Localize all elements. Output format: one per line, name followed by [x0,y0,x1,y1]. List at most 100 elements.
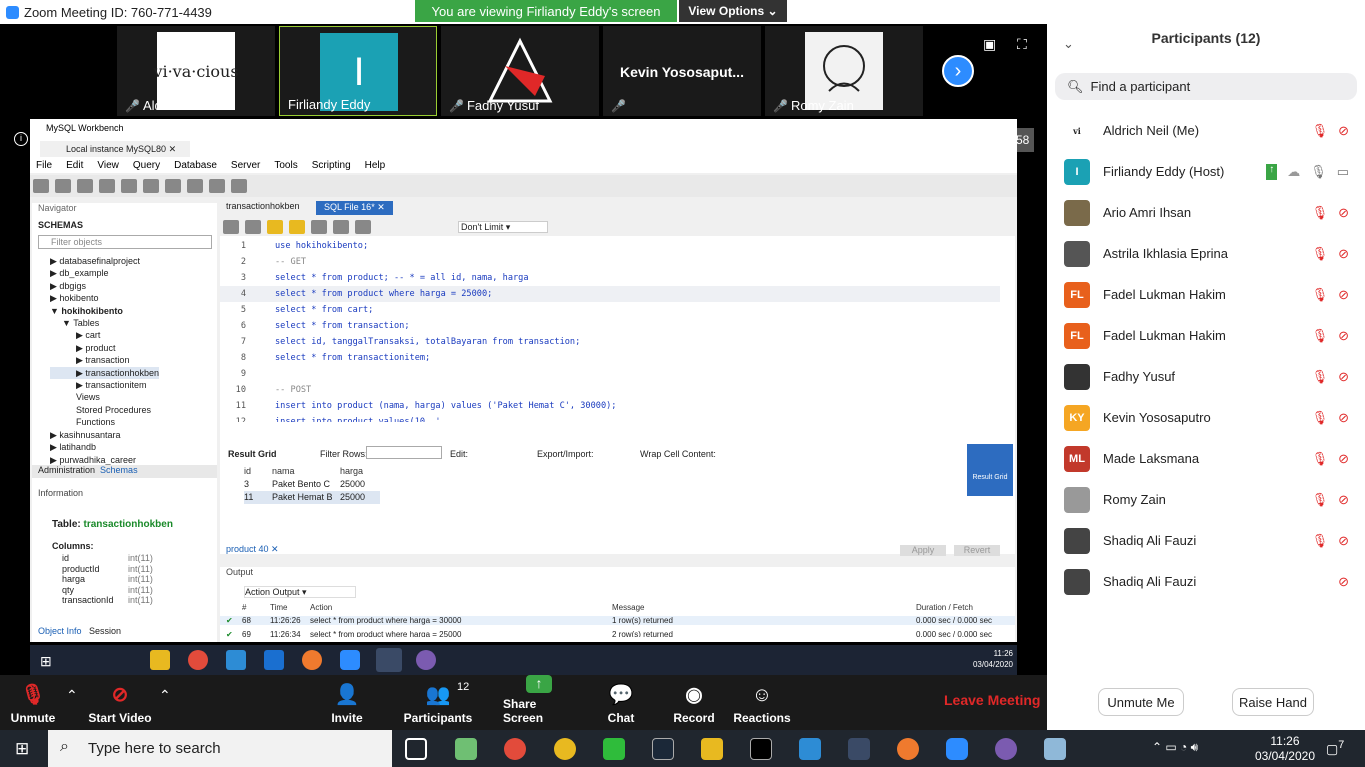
limit-select[interactable]: Don't Limit ▾ [458,221,548,233]
editor-tab-1[interactable]: transactionhokben [220,201,300,215]
schema-item[interactable]: ▶ dbgigs [50,280,159,292]
menu-server[interactable]: Server [231,160,260,171]
participant-row[interactable]: vi Aldrich Neil (Me) 🎙 ⊘ [1047,110,1365,151]
execute-line-icon[interactable] [289,220,305,234]
video-thumb-1[interactable]: vi·va·cious 🎤 Aldrich Neil [117,26,275,116]
administration-tab[interactable]: Administration [38,465,95,475]
vscode-icon[interactable] [799,738,821,760]
table-item[interactable]: ▶ transaction [50,354,159,366]
functions-node[interactable]: Functions [50,416,159,428]
views-node[interactable]: Views [50,391,159,403]
menu-database[interactable]: Database [174,160,217,171]
task-view-icon[interactable] [405,738,427,760]
result-tab[interactable]: product 40 ✕ [226,544,279,555]
menu-scripting[interactable]: Scripting [312,160,351,171]
taskbar-clock[interactable]: 11:26 03/04/2020 [1255,734,1315,764]
share-screen-button[interactable]: ↑ Share Screen [503,675,575,730]
schema-item[interactable]: ▶ latihandb [50,441,159,453]
table-item-selected[interactable]: ▶ transactionhokben [50,366,159,380]
menu-view[interactable]: View [97,160,119,171]
toggle-icon[interactable] [355,220,371,234]
participant-row[interactable]: Romy Zain 🎙 ⊘ [1047,479,1365,520]
apply-button[interactable]: Apply [900,545,946,556]
participant-search-input[interactable]: 🔍︎ Find a participant [1055,73,1357,100]
create-view-icon[interactable] [143,179,159,193]
execute-icon[interactable] [267,220,283,234]
notifications-icon[interactable]: ▢7 [1326,739,1344,757]
participant-row[interactable]: FL Fadel Lukman Hakim 🎙 ⊘ [1047,274,1365,315]
view-options-button[interactable]: View Options ⌄ [679,0,787,22]
video-options-icon[interactable]: ⌃ [159,687,171,704]
menu-help[interactable]: Help [365,160,386,171]
output-row[interactable]: ✔ 69 11:26:34 select * from product wher… [220,630,1015,637]
reconnect-icon[interactable] [231,179,247,193]
create-procedure-icon[interactable] [165,179,181,193]
start-video-button[interactable]: ⊘ Start Video [88,675,152,730]
obs-icon[interactable] [504,738,526,760]
info-icon[interactable] [77,179,93,193]
workbench-icon[interactable] [848,738,870,760]
raise-hand-button[interactable]: Raise Hand [1232,688,1314,716]
app-icon[interactable] [455,738,477,760]
video-thumb-2[interactable]: I Firliandy Eddy [279,26,437,116]
reactions-button[interactable]: ☺ Reactions [733,675,791,730]
zoom-taskbar-icon[interactable] [946,738,968,760]
participant-row[interactable]: Shadiq Ali Fauzi ⊘ [1047,561,1365,602]
video-thumb-3[interactable]: 🎤 Fadhy Yusuf [441,26,599,116]
tables-node[interactable]: ▼ Tables [50,317,159,329]
github-icon[interactable] [995,738,1017,760]
next-page-icon[interactable]: › [942,55,974,87]
schema-item-active[interactable]: ▼ hokihokibento [50,305,159,317]
object-info-tab[interactable]: Object Info [38,626,82,636]
fullscreen-icon[interactable]: ⛶ [1017,36,1027,53]
result-row[interactable]: 3 Paket Bento C 25000 [244,478,380,491]
steam-icon[interactable] [652,738,674,760]
participant-row[interactable]: Shadiq Ali Fauzi 🎙 ⊘ [1047,520,1365,561]
editor-tab-2[interactable]: SQL File 16* ✕ [316,201,393,215]
tray-icons[interactable]: ⌃ ▭ ◔ 🔊︎ [1152,740,1198,755]
schema-item[interactable]: ▶ kasihnusantara [50,429,159,441]
video-thumb-4[interactable]: Kevin Yososaput... 🎤 [603,26,761,116]
participant-row[interactable]: I Firliandy Eddy (Host) ↑ ☁ 🎙 ▭ [1047,151,1365,192]
result-row[interactable]: 11 Paket Hemat B 25000 [244,491,380,504]
table-item[interactable]: ▶ transactionitem [50,379,159,391]
stop-icon[interactable] [333,220,349,234]
instance-tab[interactable]: Local instance MySQL80 ✕ [40,141,190,157]
postman-icon[interactable] [897,738,919,760]
participant-row[interactable]: FL Fadel Lukman Hakim 🎙 ⊘ [1047,315,1365,356]
participant-row[interactable]: Ario Amri Ihsan 🎙 ⊘ [1047,192,1365,233]
app-icon[interactable] [1044,738,1066,760]
gallery-view-icon[interactable]: ▣ [983,36,996,53]
participant-row[interactable]: ML Made Laksmana 🎙 ⊘ [1047,438,1365,479]
unmute-button[interactable]: 🎙 Unmute [8,675,58,730]
menu-tools[interactable]: Tools [274,160,297,171]
session-tab[interactable]: Session [89,626,121,636]
schemas-tab[interactable]: Schemas [100,465,138,475]
filter-rows-input[interactable] [366,446,442,459]
menu-edit[interactable]: Edit [66,160,83,171]
create-function-icon[interactable] [187,179,203,193]
open-file-icon[interactable] [223,220,239,234]
participant-row[interactable]: Astrila Ikhlasia Eprina 🎙 ⊘ [1047,233,1365,274]
menu-file[interactable]: File [36,160,52,171]
sql-editor[interactable]: Don't Limit ▾ 1 use hokihokibento; 2 -- GE… [220,216,1015,446]
line-icon[interactable] [603,738,625,760]
new-query-icon[interactable] [33,179,49,193]
table-item[interactable]: ▶ product [50,342,159,354]
explorer-icon[interactable] [701,738,723,760]
invite-button[interactable]: 👤 Invite [326,675,368,730]
code-area[interactable]: 1 use hokihokibento; 2 -- GET 3 select * fr… [220,238,1015,428]
participant-row[interactable]: KY Kevin Yososaputro 🎙 ⊘ [1047,397,1365,438]
schema-item[interactable]: ▶ databasefinalproject [50,255,159,267]
create-table-icon[interactable] [121,179,137,193]
procedures-node[interactable]: Stored Procedures [50,404,159,416]
video-thumb-5[interactable]: 🎤 Romy Zain [765,26,923,116]
info-icon[interactable]: i [14,132,28,146]
schema-item[interactable]: ▶ db_example [50,267,159,279]
action-output-select[interactable]: Action Output ▾ [244,586,356,598]
taskbar-search[interactable]: ⌕ Type here to search [48,730,392,767]
menu-query[interactable]: Query [133,160,160,171]
filter-objects-input[interactable]: Filter objects [38,235,212,249]
open-sql-icon[interactable] [55,179,71,193]
table-item[interactable]: ▶ cart [50,329,159,341]
